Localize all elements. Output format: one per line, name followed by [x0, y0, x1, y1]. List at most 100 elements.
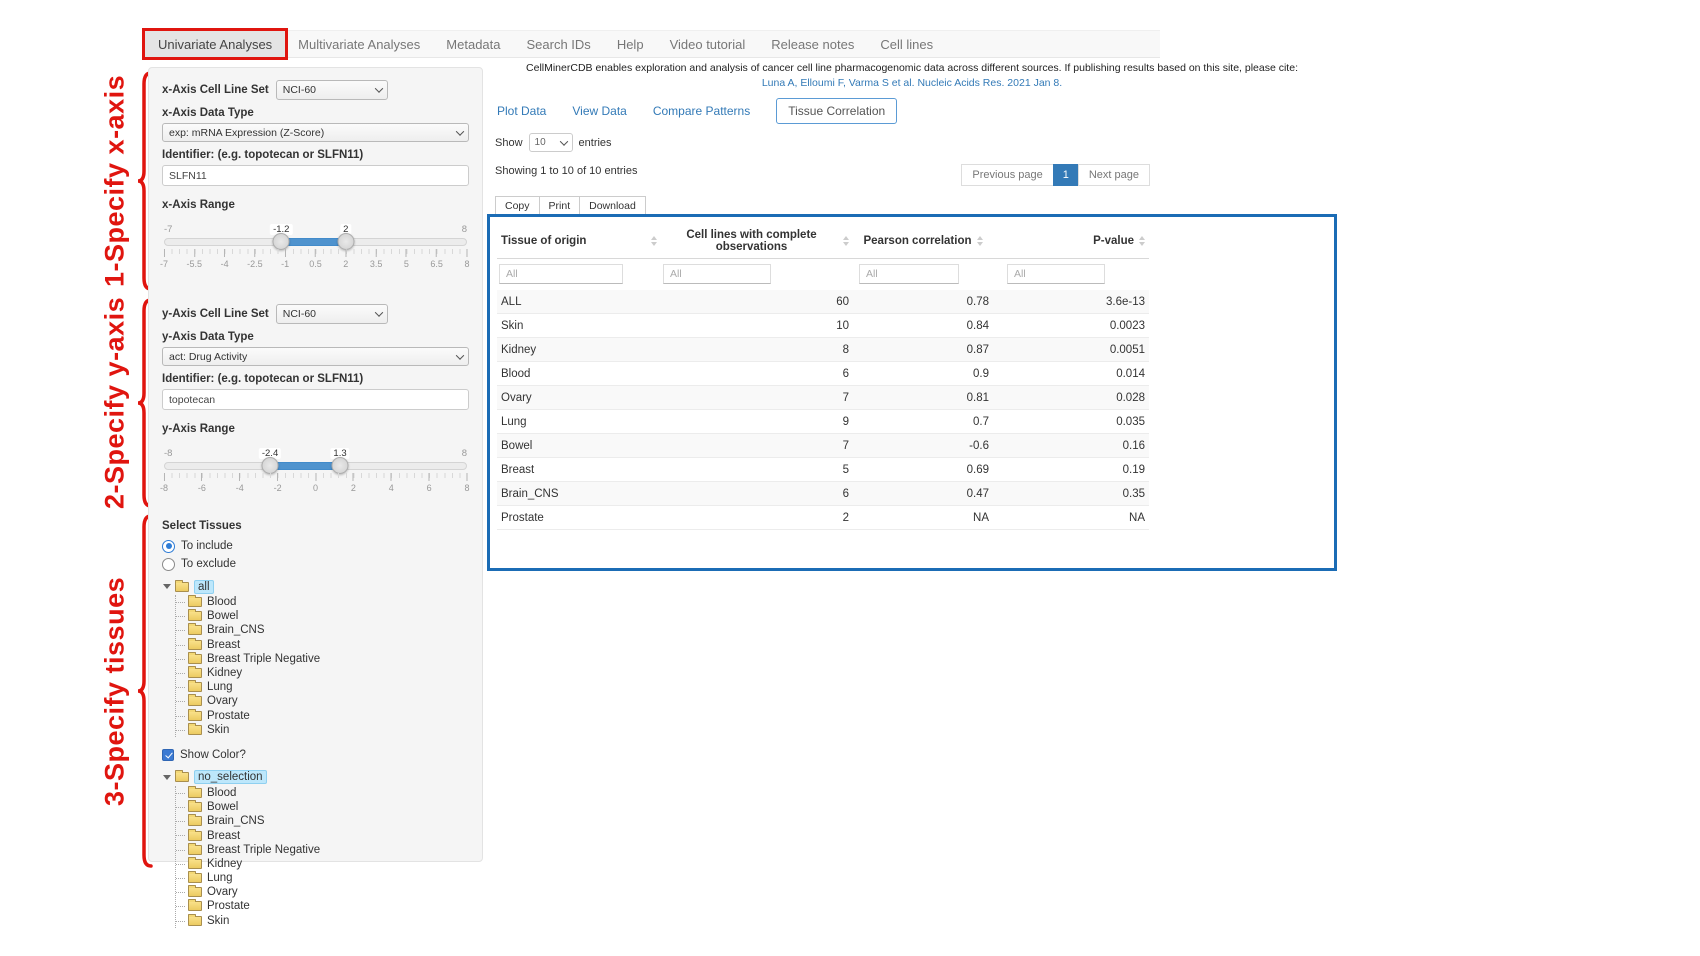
column-header-pearson[interactable]: Pearson correlation: [863, 235, 971, 247]
slider-selected-bar[interactable]: [281, 238, 346, 246]
column-header-tissue[interactable]: Tissue of origin: [501, 235, 586, 247]
table-row[interactable]: Ovary70.810.028: [497, 386, 1149, 410]
x-axis-identifier-input[interactable]: [162, 165, 469, 186]
tree-node-breast-triple-negative[interactable]: Breast Triple Negative: [176, 652, 469, 666]
tree-node-all[interactable]: all: [194, 580, 214, 594]
radio-to-exclude[interactable]: To exclude: [162, 555, 469, 573]
radio-to-include[interactable]: To include: [162, 537, 469, 555]
table-row[interactable]: Blood60.90.014: [497, 362, 1149, 386]
sort-icon[interactable]: [1139, 236, 1145, 246]
column-header-pvalue[interactable]: P-value: [1093, 235, 1134, 247]
nav-item-univariate-analyses[interactable]: Univariate Analyses: [145, 31, 285, 57]
sort-icon[interactable]: [843, 236, 849, 246]
show-label: Show: [495, 137, 523, 149]
tree-node-blood[interactable]: Blood: [176, 595, 469, 609]
citation-link[interactable]: Luna A, Elloumi F, Varma S et al. Nuclei…: [487, 77, 1337, 89]
tree-node-breast-triple-negative[interactable]: Breast Triple Negative: [176, 843, 469, 857]
tissue-include-tree: all Blood Bowel Brain_CNS Breast Breast …: [162, 579, 469, 737]
print-button[interactable]: Print: [539, 196, 581, 215]
tree-node-breast[interactable]: Breast: [176, 638, 469, 652]
tree-node-brain-cns[interactable]: Brain_CNS: [176, 623, 469, 637]
tab-tissue-correlation[interactable]: Tissue Correlation: [776, 98, 897, 124]
tree-node-brain-cns[interactable]: Brain_CNS: [176, 814, 469, 828]
y-axis-range-slider[interactable]: -8 8 -2.4 1.3 -8 -6 -4 -2 0 2 4 6 8: [164, 449, 467, 498]
nav-item-cell-lines[interactable]: Cell lines: [867, 31, 946, 57]
table-row[interactable]: Brain_CNS60.470.35: [497, 482, 1149, 506]
radio-unselected-icon: [162, 558, 175, 571]
page-1-button[interactable]: 1: [1053, 164, 1079, 186]
tree-node-lung[interactable]: Lung: [176, 871, 469, 885]
x-axis-cell-line-set-select[interactable]: NCI-60: [276, 80, 388, 100]
tab-plot-data[interactable]: Plot Data: [497, 104, 546, 118]
tab-compare-patterns[interactable]: Compare Patterns: [653, 104, 750, 118]
nav-item-release-notes[interactable]: Release notes: [758, 31, 867, 57]
filter-cell-lines-input[interactable]: [663, 264, 771, 284]
tab-view-data[interactable]: View Data: [572, 104, 626, 118]
nav-item-video-tutorial[interactable]: Video tutorial: [657, 31, 759, 57]
folder-icon: [175, 772, 189, 782]
tree-node-bowel[interactable]: Bowel: [176, 609, 469, 623]
annotation-step3-label: 3-Specify tissues: [96, 513, 134, 869]
tree-expand-icon[interactable]: [163, 775, 171, 780]
show-color-checkbox[interactable]: Show Color?: [162, 746, 469, 764]
copy-button[interactable]: Copy: [495, 196, 540, 215]
next-page-button[interactable]: Next page: [1078, 164, 1150, 186]
sort-icon[interactable]: [977, 236, 983, 246]
y-axis-identifier-input[interactable]: [162, 389, 469, 410]
folder-icon: [188, 654, 202, 664]
x-axis-range-slider[interactable]: -7 8 -1.2 2 -7 -5.5 -4 -2.5 -1 0.5 2 3.5…: [164, 225, 467, 274]
tree-node-ovary[interactable]: Ovary: [176, 885, 469, 899]
entries-label: entries: [579, 137, 612, 149]
radio-selected-icon: [162, 540, 175, 553]
x-axis-identifier-label: Identifier: (e.g. topotecan or SLFN11): [162, 149, 469, 161]
tissue-color-tree: no_selection Blood Bowel Brain_CNS Breas…: [162, 770, 469, 928]
tree-node-prostate[interactable]: Prostate: [176, 709, 469, 723]
x-axis-data-type-select[interactable]: exp: mRNA Expression (Z-Score): [162, 123, 469, 142]
tree-node-bowel[interactable]: Bowel: [176, 800, 469, 814]
folder-icon: [188, 845, 202, 855]
slider-selected-bar[interactable]: [270, 462, 340, 470]
table-row[interactable]: Bowel7-0.60.16: [497, 434, 1149, 458]
tree-node-skin[interactable]: Skin: [176, 914, 469, 928]
nav-item-help[interactable]: Help: [604, 31, 657, 57]
column-header-cell-lines[interactable]: Cell lines with complete observations: [665, 229, 838, 253]
sort-icon[interactable]: [651, 236, 657, 246]
filter-pearson-input[interactable]: [859, 264, 959, 284]
nav-item-metadata[interactable]: Metadata: [433, 31, 513, 57]
tree-node-lung[interactable]: Lung: [176, 680, 469, 694]
download-button[interactable]: Download: [579, 196, 646, 215]
tree-expand-icon[interactable]: [163, 584, 171, 589]
table-row[interactable]: Lung90.70.035: [497, 410, 1149, 434]
slider-handle-from[interactable]: [262, 457, 279, 474]
folder-icon: [188, 901, 202, 911]
entries-count-select[interactable]: 10: [529, 133, 573, 152]
cellminercdb-app: Univariate Analyses Multivariate Analyse…: [0, 0, 1700, 956]
tree-node-prostate[interactable]: Prostate: [176, 899, 469, 913]
y-axis-data-type-select[interactable]: act: Drug Activity: [162, 347, 469, 366]
filter-pvalue-input[interactable]: [1007, 264, 1105, 284]
y-axis-cell-line-set-select[interactable]: NCI-60: [276, 304, 388, 324]
slider-handle-to[interactable]: [337, 233, 354, 250]
table-row[interactable]: Kidney80.870.0051: [497, 338, 1149, 362]
tree-node-no-selection[interactable]: no_selection: [194, 770, 267, 784]
tree-node-ovary[interactable]: Ovary: [176, 694, 469, 708]
tree-node-skin[interactable]: Skin: [176, 723, 469, 737]
filter-tissue-input[interactable]: [499, 264, 623, 284]
tree-node-kidney[interactable]: Kidney: [176, 666, 469, 680]
nav-item-search-ids[interactable]: Search IDs: [514, 31, 604, 57]
tree-node-kidney[interactable]: Kidney: [176, 857, 469, 871]
table-row[interactable]: Breast50.690.19: [497, 458, 1149, 482]
chevron-down-icon: [456, 351, 464, 359]
slider-handle-from[interactable]: [273, 233, 290, 250]
settings-sidebar: x-Axis Cell Line Set NCI-60 x-Axis Data …: [148, 67, 483, 862]
nav-item-multivariate-analyses[interactable]: Multivariate Analyses: [285, 31, 433, 57]
table-row[interactable]: ALL600.783.6e-13: [497, 290, 1149, 314]
tree-node-blood[interactable]: Blood: [176, 786, 469, 800]
table-row[interactable]: Skin100.840.0023: [497, 314, 1149, 338]
slider-handle-to[interactable]: [332, 457, 349, 474]
table-row[interactable]: Prostate2NANA: [497, 506, 1149, 530]
tree-node-breast[interactable]: Breast: [176, 828, 469, 842]
annotation-step2-label: 2-Specify y-axis: [96, 297, 134, 509]
y-axis-data-type-label: y-Axis Data Type: [162, 331, 469, 343]
previous-page-button[interactable]: Previous page: [961, 164, 1053, 186]
